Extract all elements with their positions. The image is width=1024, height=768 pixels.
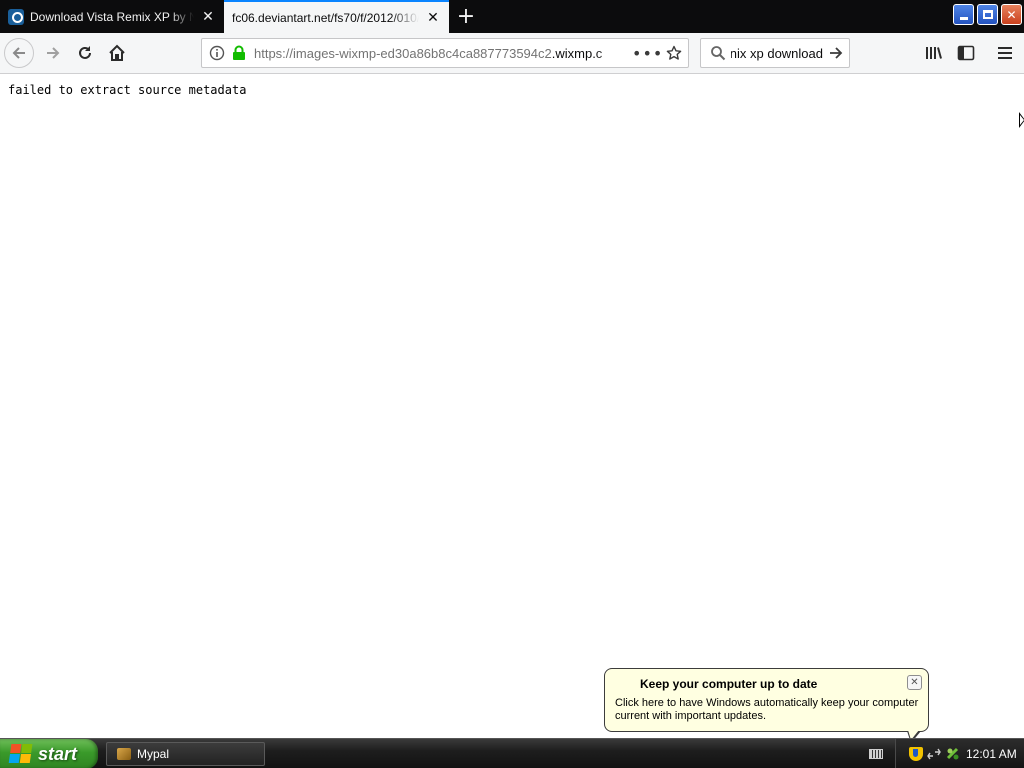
update-notification-balloon[interactable]: Keep your computer up to date Click here… [604, 668, 929, 743]
sidebar-toggle-button[interactable] [951, 38, 981, 68]
tab-download-vista-remix[interactable]: Download Vista Remix XP by Niwre ✕ [0, 0, 224, 33]
minimize-icon [959, 17, 968, 20]
site-favicon-icon [8, 8, 24, 25]
reload-button[interactable] [70, 38, 100, 68]
taskbar-item-mypal[interactable]: Mypal [106, 742, 265, 766]
windows-logo-icon [8, 744, 34, 764]
close-window-button[interactable]: ✕ [1001, 4, 1022, 25]
restore-icon [982, 10, 993, 19]
taskbar-item-label: Mypal [137, 747, 170, 761]
close-icon: ✕ [1006, 7, 1017, 22]
home-icon [109, 44, 125, 61]
search-go-arrow-icon[interactable] [823, 45, 849, 61]
clock: 12:01 AM [966, 747, 1017, 761]
close-tab-icon[interactable]: ✕ [200, 9, 216, 25]
balloon-close-button[interactable]: ✕ [907, 675, 922, 690]
start-label: start [38, 743, 78, 764]
url-text: https://images-wixmp-ed30a86b8c4ca887773… [254, 46, 632, 61]
forward-arrow-icon [47, 47, 60, 59]
network-icon[interactable] [927, 747, 941, 761]
sidebar-icon [957, 45, 975, 61]
lock-icon[interactable] [230, 45, 248, 61]
update-icon[interactable] [946, 747, 960, 761]
tab-title: Download Vista Remix XP by Niwre [30, 9, 194, 24]
close-tab-icon[interactable]: ✕ [425, 10, 441, 26]
back-arrow-icon [12, 47, 25, 59]
mypal-app-icon [117, 748, 131, 760]
bookmark-star-icon[interactable] [660, 45, 688, 61]
url-domain: .wixmp.c [551, 45, 603, 61]
tab-strip: Download Vista Remix XP by Niwre ✕ fc06.… [0, 0, 1024, 33]
library-button[interactable] [919, 38, 949, 68]
home-button[interactable] [102, 38, 132, 68]
tab-title: fc06.deviantart.net/fs70/f/2012/010/0 [232, 10, 419, 25]
menu-button[interactable] [990, 38, 1020, 68]
hamburger-menu-icon [998, 47, 1012, 59]
url-prefix: https://images-wixmp-ed30a86b8c4ca887773… [254, 45, 552, 61]
system-tray: 12:01 AM [895, 739, 1024, 768]
library-icon [926, 47, 942, 59]
start-button[interactable]: start [0, 739, 98, 768]
reload-icon [79, 46, 91, 59]
keyboard-language-icon[interactable] [869, 749, 883, 759]
navigation-toolbar: https://images-wixmp-ed30a86b8c4ca887773… [0, 33, 1024, 74]
search-icon [705, 45, 731, 61]
address-bar[interactable]: https://images-wixmp-ed30a86b8c4ca887773… [201, 38, 689, 68]
restore-window-button[interactable] [977, 4, 998, 25]
tab-deviantart-image[interactable]: fc06.deviantart.net/fs70/f/2012/010/0 ✕ [224, 0, 449, 33]
page-actions-button[interactable]: ••• [632, 44, 662, 63]
balloon-title: Keep your computer up to date [640, 677, 818, 691]
site-info-icon[interactable] [204, 45, 230, 61]
back-button[interactable] [4, 38, 34, 68]
security-shield-icon[interactable] [909, 747, 923, 761]
forward-button[interactable] [38, 38, 68, 68]
mouse-pointer-icon [1019, 112, 1024, 128]
balloon-body[interactable]: Click here to have Windows automatically… [615, 697, 920, 723]
search-bar[interactable] [700, 38, 850, 68]
new-tab-button[interactable]: + [453, 4, 479, 30]
search-input[interactable] [731, 45, 823, 61]
error-message: failed to extract source metadata [8, 83, 247, 97]
taskbar: start Mypal 12:01 AM [0, 738, 1024, 768]
page-content: failed to extract source metadata [0, 75, 1024, 738]
minimize-window-button[interactable] [953, 4, 974, 25]
